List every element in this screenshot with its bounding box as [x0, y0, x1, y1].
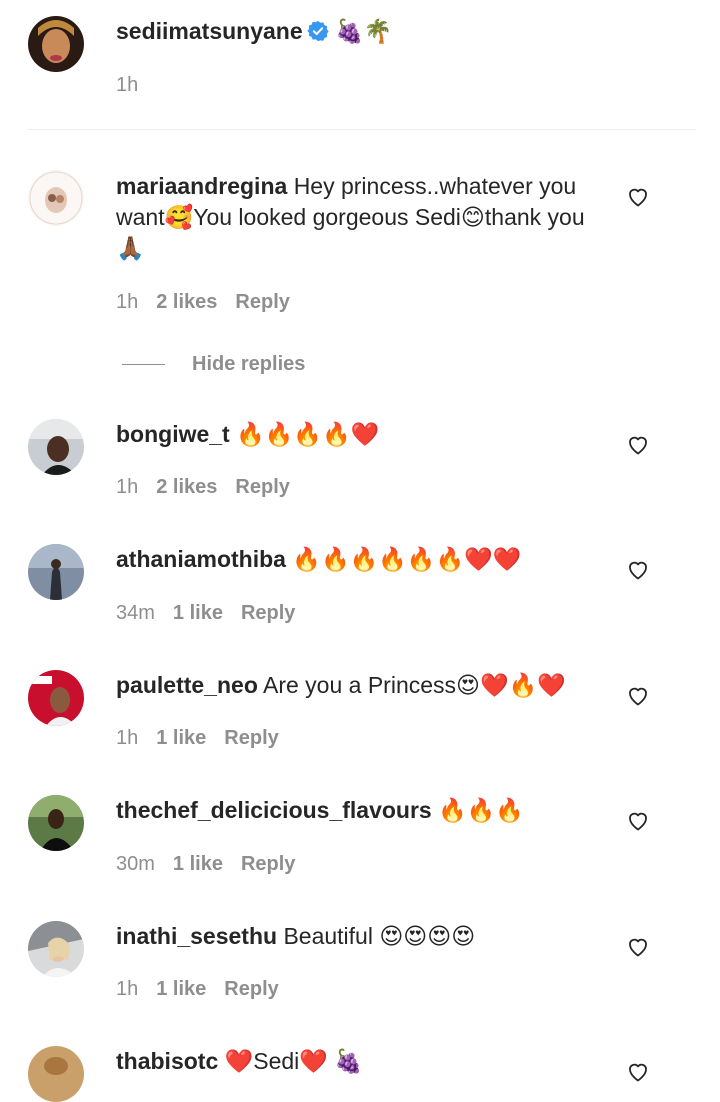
comment-meta: 1h 2 likes Reply [116, 290, 308, 314]
reply-username[interactable]: paulette_neo [116, 672, 258, 698]
avatar[interactable] [28, 16, 84, 72]
like-count[interactable]: 1 like [156, 978, 206, 1000]
hide-replies-button[interactable]: Hide replies [122, 352, 305, 376]
comment: mariaandregina Hey princess..whatever yo… [116, 171, 606, 264]
reply-button[interactable]: Reply [241, 602, 295, 624]
like-count[interactable]: 1 like [173, 602, 223, 624]
reply-text: Are you a Princess😍❤️🔥❤️ [263, 672, 566, 698]
reply-text: 🔥🔥🔥🔥❤️ [236, 421, 380, 447]
reply-button[interactable]: Reply [224, 978, 278, 1000]
like-heart-icon[interactable] [626, 935, 650, 959]
avatar[interactable] [28, 419, 84, 475]
like-count[interactable]: 1 like [156, 727, 206, 749]
like-count[interactable]: 2 likes [156, 291, 217, 313]
avatar[interactable] [28, 544, 84, 600]
comment-time: 1h [116, 74, 139, 96]
verified-badge-icon [307, 19, 329, 42]
caption-username[interactable]: sediimatsunyane [116, 18, 303, 44]
like-heart-icon[interactable] [626, 185, 650, 209]
reply-button[interactable]: Reply [235, 291, 289, 313]
divider [28, 129, 696, 130]
like-heart-icon[interactable] [626, 684, 650, 708]
reply-meta: 1h 2 likes Reply [116, 475, 308, 499]
like-heart-icon[interactable] [626, 558, 650, 582]
avatar[interactable] [28, 795, 84, 851]
reply: athaniamothiba 🔥🔥🔥🔥🔥🔥❤️❤️ [116, 544, 606, 575]
reply-text: ❤️Sedi❤️ 🍇 [224, 1048, 363, 1074]
reply-meta: 1h 1 like Reply [116, 977, 297, 1001]
reply-username[interactable]: athaniamothiba [116, 546, 286, 572]
reply: inathi_sesethu Beautiful 😍😍😍😍 [116, 921, 606, 952]
like-heart-icon[interactable] [626, 1060, 650, 1084]
reply-time: 34m [116, 602, 155, 624]
reply-username[interactable]: thabisotc [116, 1048, 218, 1074]
like-heart-icon[interactable] [626, 433, 650, 457]
caption: sediimatsunyane 🍇🌴 [116, 16, 606, 47]
avatar[interactable] [28, 670, 84, 726]
reply-username[interactable]: thechef_delicicious_flavours [116, 797, 432, 823]
reply-time: 1h [116, 476, 139, 498]
avatar[interactable] [28, 921, 84, 977]
reply-text: 🔥🔥🔥 [438, 797, 525, 823]
reply: bongiwe_t 🔥🔥🔥🔥❤️ [116, 419, 606, 450]
reply-username[interactable]: inathi_sesethu [116, 923, 277, 949]
comment-username[interactable]: mariaandregina [116, 173, 287, 199]
reply: paulette_neo Are you a Princess😍❤️🔥❤️ [116, 670, 606, 701]
replies-line [122, 363, 165, 365]
reply-text: 🔥🔥🔥🔥🔥🔥❤️❤️ [292, 546, 522, 572]
reply-time: 30m [116, 853, 155, 875]
caption-text: 🍇🌴 [335, 18, 393, 44]
reply-button[interactable]: Reply [241, 853, 295, 875]
caption-meta: 1h [116, 73, 156, 97]
like-count[interactable]: 2 likes [156, 476, 217, 498]
reply: thabisotc ❤️Sedi❤️ 🍇 [116, 1046, 606, 1077]
reply: thechef_delicicious_flavours 🔥🔥🔥 [116, 795, 606, 826]
reply-meta: 1h 1 like Reply [116, 726, 297, 750]
reply-text: Beautiful 😍😍😍😍 [283, 923, 476, 949]
reply-meta: 34m 1 like Reply [116, 601, 313, 625]
avatar[interactable] [28, 1046, 84, 1102]
reply-username[interactable]: bongiwe_t [116, 421, 230, 447]
reply-time: 1h [116, 978, 139, 1000]
reply-meta: 30m 1 like Reply [116, 852, 313, 876]
comment-time: 1h [116, 291, 139, 313]
hide-replies-label: Hide replies [192, 352, 306, 375]
reply-button[interactable]: Reply [224, 727, 278, 749]
like-heart-icon[interactable] [626, 809, 650, 833]
avatar[interactable] [28, 170, 84, 226]
reply-button[interactable]: Reply [235, 476, 289, 498]
like-count[interactable]: 1 like [173, 853, 223, 875]
reply-time: 1h [116, 727, 139, 749]
